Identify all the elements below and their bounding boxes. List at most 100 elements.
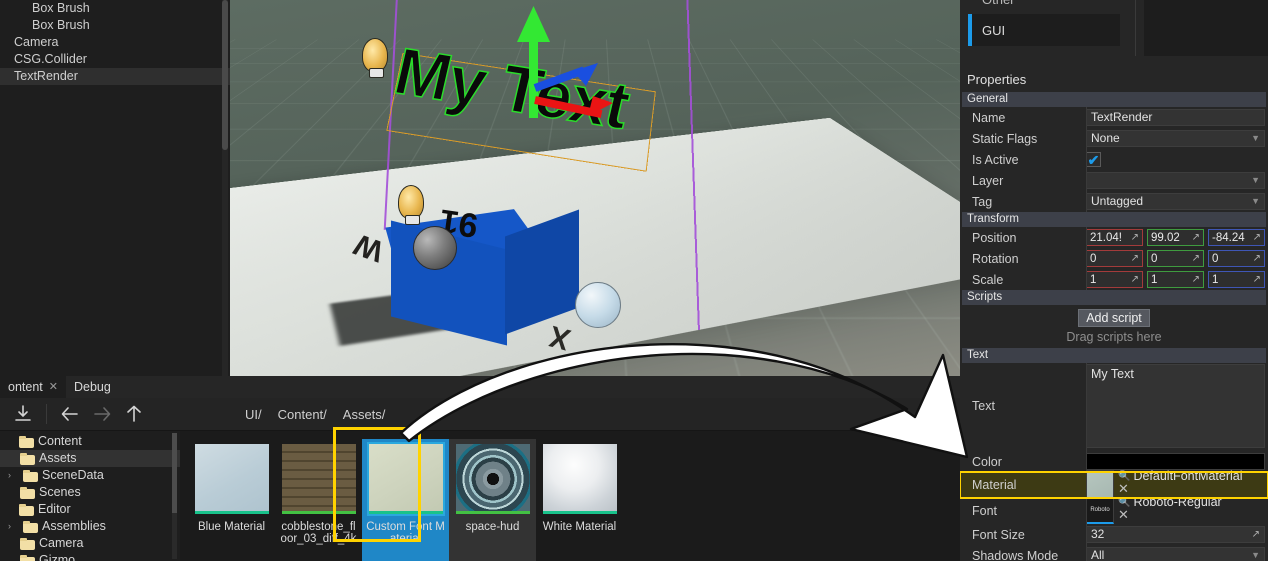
tree-item-box-brush-2[interactable]: Box Brush	[0, 17, 230, 34]
breadcrumb-ui[interactable]: UI/	[245, 407, 262, 422]
tab-debug[interactable]: Debug	[66, 376, 119, 398]
breadcrumb-content[interactable]: Content/	[278, 407, 327, 422]
position-x-input[interactable]: 21.04! ↗	[1086, 229, 1143, 246]
viewport-dark-sphere[interactable]	[413, 226, 457, 270]
properties-panel: Other GUI Properties General Name TextRe…	[960, 0, 1268, 561]
font-asset-picker[interactable]: Roboto 🔍 Roboto-Regular ✕	[1086, 496, 1265, 526]
static-flags-dropdown[interactable]: None ▼	[1086, 130, 1265, 147]
import-icon[interactable]	[8, 401, 38, 427]
folder-gizmo[interactable]: Gizmo	[0, 552, 180, 561]
section-header-text[interactable]: Text	[962, 348, 1266, 363]
rotation-y-input[interactable]: 0 ↗	[1147, 250, 1204, 267]
layer-dropdown[interactable]: ▼	[1086, 172, 1265, 189]
prop-label-static-flags: Static Flags	[972, 131, 1038, 146]
asset-grid: Blue Material cobblestone_floor_03_diff_…	[180, 431, 960, 561]
rotation-z-input[interactable]: 0 ↗	[1208, 250, 1265, 267]
asset-type-bar	[542, 511, 617, 514]
folder-label: Gizmo	[39, 553, 76, 561]
chevron-right-icon[interactable]: ›	[8, 518, 19, 535]
cobblestone-texture-preview	[281, 444, 356, 514]
folder-editor[interactable]: Editor	[0, 501, 180, 518]
clear-icon[interactable]: ✕	[1118, 508, 1265, 521]
material-asset-picker[interactable]: 🔍 DefaultFontMaterial ✕	[1086, 470, 1265, 500]
section-header-transform[interactable]: Transform	[962, 212, 1266, 227]
scripts-drop-zone[interactable]: Add script Drag scripts here	[960, 305, 1268, 344]
chevron-right-icon[interactable]: ›	[8, 467, 19, 484]
asset-tile-blue-material[interactable]: Blue Material	[188, 439, 275, 561]
column-divider	[1086, 170, 1087, 191]
tab-content[interactable]: ontent ✕	[0, 376, 66, 398]
asset-tile-custom-font-material[interactable]: Custom Font Material	[362, 439, 449, 561]
tab-other[interactable]: Other	[968, 0, 1120, 8]
expand-icon[interactable]: ↗	[1253, 253, 1261, 264]
asset-label: space-hud	[465, 521, 520, 533]
folder-tree: Content Assets › SceneData Scenes Editor …	[0, 431, 180, 561]
asset-thumbnail	[194, 444, 269, 514]
expand-icon[interactable]: ↗	[1252, 527, 1260, 542]
expand-icon[interactable]: ↗	[1192, 253, 1200, 264]
font-size-input[interactable]: 32 ↗	[1086, 526, 1265, 543]
arrow-up-icon[interactable]	[119, 401, 149, 427]
folder-assemblies[interactable]: › Assemblies	[0, 518, 180, 535]
prop-row-name: Name TextRender	[960, 107, 1268, 128]
scale-z-input[interactable]: 1 ↗	[1208, 271, 1265, 288]
tag-dropdown[interactable]: Untagged ▼	[1086, 193, 1265, 210]
asset-thumbnail	[542, 444, 617, 514]
tree-item-camera[interactable]: Camera	[0, 34, 230, 51]
text-textarea[interactable]: My Text	[1086, 364, 1265, 448]
arrow-left-icon[interactable]	[55, 401, 85, 427]
scrollbar-thumb[interactable]	[172, 433, 177, 513]
color-swatch[interactable]	[1086, 453, 1265, 470]
expand-icon[interactable]: ↗	[1253, 274, 1261, 285]
rotation-x-input[interactable]: 0 ↗	[1086, 250, 1143, 267]
folder-icon	[20, 452, 35, 465]
expand-icon[interactable]: ↗	[1192, 232, 1200, 243]
tree-item-csg-collider[interactable]: CSG.Collider	[0, 51, 230, 68]
folder-scenes[interactable]: Scenes	[0, 484, 180, 501]
folder-icon	[23, 469, 38, 482]
breadcrumb-assets[interactable]: Assets/	[343, 407, 386, 422]
static-flags-value: None	[1091, 131, 1120, 145]
prop-row-tag: Tag Untagged ▼	[960, 191, 1268, 212]
expand-icon[interactable]: ↗	[1253, 232, 1261, 243]
prop-row-material[interactable]: Material 🔍 DefaultFontMaterial ✕	[960, 470, 1268, 500]
folder-scenedata[interactable]: › SceneData	[0, 467, 180, 484]
scale-y-input[interactable]: 1 ↗	[1147, 271, 1204, 288]
expand-icon[interactable]: ↗	[1131, 253, 1139, 264]
tab-gui[interactable]: GUI	[968, 14, 1120, 46]
folder-icon	[23, 520, 38, 533]
viewport-light-bulb-1[interactable]	[362, 38, 388, 78]
tree-item-textrender[interactable]: TextRender	[0, 68, 230, 85]
scale-x-input[interactable]: 1 ↗	[1086, 271, 1143, 288]
asset-tile-cobblestone[interactable]: cobblestone_floor_03_diff_4k	[275, 439, 362, 561]
viewport-ice-sphere[interactable]	[575, 282, 621, 328]
viewport-light-bulb-2[interactable]	[398, 185, 424, 225]
folder-tree-scrollbar[interactable]	[172, 433, 177, 559]
position-y-input[interactable]: 99.02 ↗	[1147, 229, 1204, 246]
section-header-general[interactable]: General	[962, 92, 1266, 107]
expand-icon[interactable]: ↗	[1131, 274, 1139, 285]
folder-camera[interactable]: Camera	[0, 535, 180, 552]
folder-content[interactable]: Content	[0, 433, 180, 450]
clear-icon[interactable]: ✕	[1118, 482, 1265, 495]
expand-icon[interactable]: ↗	[1131, 232, 1139, 243]
name-input[interactable]: TextRender	[1086, 109, 1265, 126]
position-z-input[interactable]: -84.24 ↗	[1208, 229, 1265, 246]
is-active-checkbox[interactable]: ✔	[1086, 152, 1101, 167]
shadows-mode-dropdown[interactable]: All ▼	[1086, 547, 1265, 561]
asset-tile-white-material[interactable]: White Material	[536, 439, 623, 561]
tree-item-box-brush-1[interactable]: Box Brush	[0, 0, 230, 17]
asset-thumbnail	[455, 444, 530, 514]
asset-tile-space-hud[interactable]: space-hud	[449, 439, 536, 561]
add-script-button[interactable]: Add script	[1078, 309, 1150, 327]
tree-item-label: Box Brush	[32, 1, 90, 15]
column-divider	[1086, 149, 1087, 170]
3d-viewport[interactable]: 91 W X My Text	[230, 0, 960, 376]
expand-icon[interactable]: ↗	[1192, 274, 1200, 285]
section-header-scripts[interactable]: Scripts	[962, 290, 1266, 305]
scrollbar-thumb[interactable]	[222, 0, 228, 150]
transform-gizmo[interactable]	[480, 0, 660, 160]
close-icon[interactable]: ✕	[49, 376, 58, 398]
folder-assets[interactable]: Assets	[0, 450, 180, 467]
scene-tree-scrollbar[interactable]	[222, 0, 228, 376]
